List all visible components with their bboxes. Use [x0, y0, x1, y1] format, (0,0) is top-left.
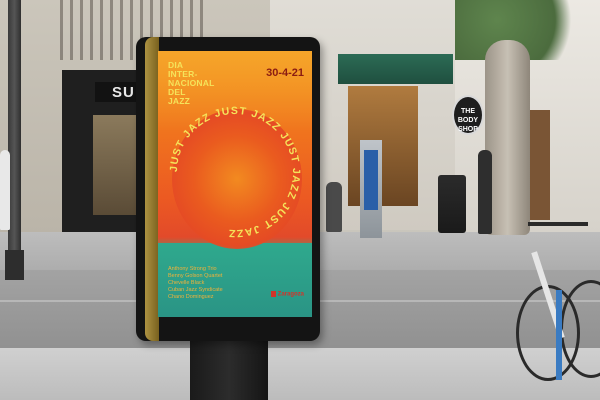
- store-window: [348, 86, 418, 206]
- poster-logo: Zaragoza: [270, 291, 304, 298]
- poster-date: 30-4-21: [266, 67, 304, 79]
- lamp-post: [8, 0, 21, 280]
- green-awning: [338, 54, 453, 84]
- lineup-item: Benny Golson Quartet: [168, 273, 223, 279]
- jazz-poster: DIA INTER- NACIONAL DEL JAZZ 30-4-21 JUS…: [158, 51, 312, 317]
- front-pavement: [0, 348, 600, 400]
- kiosk-screen: [364, 150, 378, 210]
- person-sitting: [326, 182, 342, 232]
- poster-lineup: Anthony Strong Trio Benny Golson Quartet…: [168, 266, 223, 301]
- person-standing: [478, 150, 492, 234]
- poster-ring-text: JUST JAZZ JUST JAZZ JUST JAZZ JUST JAZZ: [168, 105, 302, 239]
- lamp-post-base: [5, 250, 24, 280]
- lineup-item: Chano Dominguez: [168, 294, 214, 300]
- billboard-gold-edge: [145, 37, 159, 341]
- poster-logo-text: Zaragoza: [277, 291, 304, 298]
- store-badge: THE BODY SHOP: [452, 95, 484, 135]
- shop-window: [93, 115, 137, 215]
- person-left-edge: [0, 150, 10, 230]
- billboard-stand: [190, 333, 268, 400]
- trash-bin: [438, 175, 466, 233]
- poster-title: DIA INTER- NACIONAL DEL JAZZ: [168, 61, 214, 106]
- lineup-item: Chevelle Black: [168, 280, 205, 286]
- svg-text:JUST JAZZ JUST JAZZ JUST JAZZ: JUST JAZZ JUST JAZZ JUST JAZZ JUST JAZZ: [168, 105, 302, 239]
- ring-text-path: JUST JAZZ JUST JAZZ JUST JAZZ JUST JAZZ: [168, 105, 301, 239]
- zaragoza-logo-icon: [270, 291, 276, 297]
- lineup-item: Cuban Jazz Syndicate: [168, 287, 223, 293]
- bicycle-handlebar: [528, 222, 588, 226]
- bike-rack-post: [556, 290, 562, 380]
- lineup-item: Anthony Strong Trio: [168, 266, 217, 272]
- shop-sign-text: SU: [112, 84, 135, 101]
